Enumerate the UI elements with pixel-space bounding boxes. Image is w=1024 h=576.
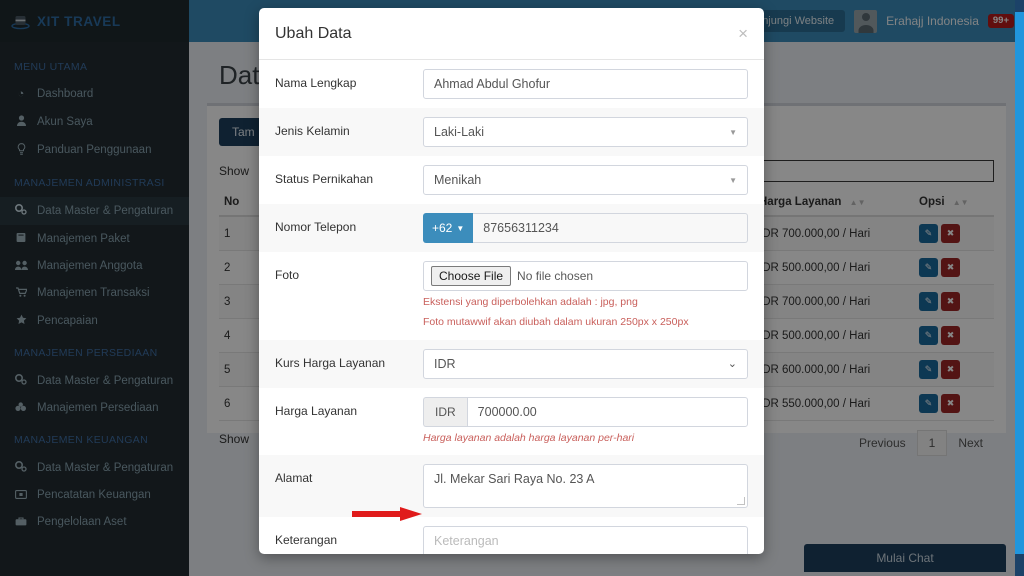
foto-hint-size: Foto mutawwif akan diubah dalam ukuran 2… <box>423 315 689 328</box>
field-row-nama-lengkap: Nama Lengkap Ahmad Abdul Ghofur <box>259 60 764 108</box>
field-row-jenis-kelamin: Jenis Kelamin Laki-Laki ▼ <box>259 108 764 156</box>
annotation-arrow <box>352 507 422 521</box>
chevron-down-icon: ▼ <box>729 175 737 185</box>
country-code-value: +62 <box>432 221 453 235</box>
modal-header: Ubah Data × <box>259 8 764 60</box>
label-harga-layanan: Harga Layanan <box>275 403 358 418</box>
status-pernikahan-value: Menikah <box>434 173 482 187</box>
field-row-nomor-telepon: Nomor Telepon +62 ▼ 87656311234 <box>259 204 764 252</box>
scrollbar-top-cap <box>1015 0 1024 12</box>
field-row-harga-layanan: Harga Layanan IDR 700000.00 Harga layana… <box>259 388 764 456</box>
label-alamat: Alamat <box>275 471 313 486</box>
keterangan-textarea[interactable]: Keterangan <box>423 526 748 554</box>
label-foto: Foto <box>275 268 300 282</box>
close-icon[interactable]: × <box>738 25 748 42</box>
choose-file-button[interactable]: Choose File <box>431 266 512 286</box>
chevron-down-icon: ▼ <box>729 127 737 137</box>
kurs-value: IDR <box>434 356 456 371</box>
harga-currency-addon: IDR <box>423 396 467 427</box>
field-row-keterangan: Keterangan Keterangan <box>259 517 764 554</box>
country-code-dropdown[interactable]: +62 ▼ <box>423 213 474 243</box>
harga-layanan-input[interactable]: 700000.00 <box>466 396 748 427</box>
label-kurs-harga-layanan: Kurs Harga Layanan <box>275 355 386 370</box>
label-nomor-telepon: Nomor Telepon <box>275 220 357 234</box>
field-row-status-pernikahan: Status Pernikahan Menikah ▼ <box>259 156 764 204</box>
alamat-textarea[interactable]: Jl. Mekar Sari Raya No. 23 A <box>423 464 748 509</box>
label-status-pernikahan: Status Pernikahan <box>275 172 374 186</box>
page-scrollbar[interactable] <box>1015 0 1024 576</box>
modal-title: Ubah Data <box>275 24 352 42</box>
jenis-kelamin-select[interactable]: Laki-Laki ▼ <box>423 117 748 147</box>
label-jenis-kelamin: Jenis Kelamin <box>275 124 350 138</box>
foto-file-input[interactable]: Choose File No file chosen <box>423 261 748 291</box>
no-file-chosen-text: No file chosen <box>517 269 594 283</box>
field-row-alamat: Alamat Jl. Mekar Sari Raya No. 23 A <box>259 455 764 518</box>
ubah-data-modal: Ubah Data × Nama Lengkap Ahmad Abdul Gho… <box>259 8 764 554</box>
foto-hint-extensions: Ekstensi yang diperbolehkan adalah : jpg… <box>423 296 638 308</box>
scrollbar-bottom-cap <box>1015 554 1024 576</box>
chevron-down-icon: ⌄ <box>727 358 737 370</box>
chevron-down-icon: ▼ <box>456 223 465 233</box>
label-nama-lengkap: Nama Lengkap <box>275 76 357 90</box>
kurs-harga-layanan-select[interactable]: IDR ⌄ <box>423 348 748 379</box>
status-pernikahan-select[interactable]: Menikah ▼ <box>423 165 748 195</box>
modal-body: Nama Lengkap Ahmad Abdul Ghofur Jenis Ke… <box>259 60 764 554</box>
app-root: XIT TRAVEL MENU UTAMA ◔ Dashboard Akun S… <box>0 0 1024 576</box>
jenis-kelamin-value: Laki-Laki <box>434 125 485 139</box>
nomor-telepon-input[interactable]: 87656311234 <box>473 213 748 243</box>
harga-layanan-hint: Harga layanan adalah harga layanan per-h… <box>423 431 635 444</box>
field-row-kurs-harga-layanan: Kurs Harga Layanan IDR ⌄ <box>259 339 764 388</box>
label-keterangan: Keterangan <box>275 533 338 548</box>
nama-lengkap-input[interactable]: Ahmad Abdul Ghofur <box>423 69 748 99</box>
field-row-foto: Foto Choose File No file chosen Ekstensi… <box>259 252 764 340</box>
